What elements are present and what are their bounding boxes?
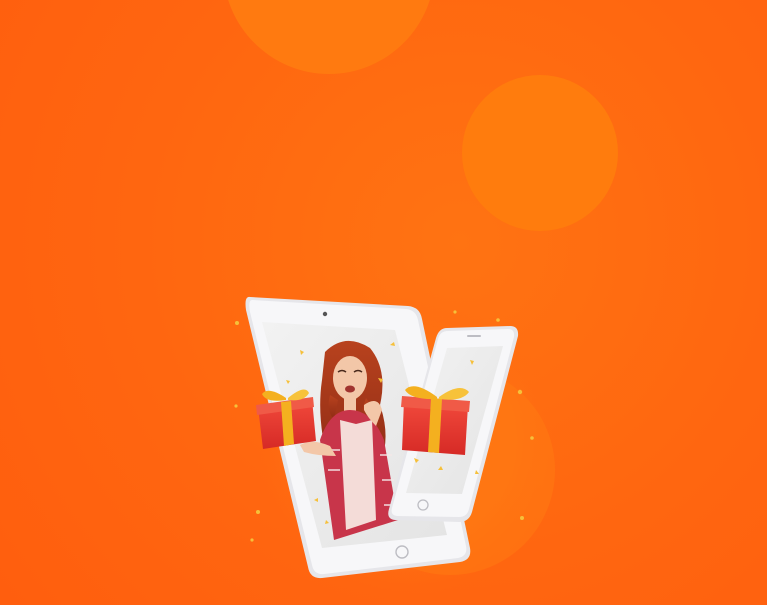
- smartphone-speaker: [467, 335, 481, 337]
- woman-face: [333, 356, 367, 400]
- gift-icon: [256, 389, 316, 449]
- promo-banner: [0, 0, 767, 605]
- white-tshirt: [340, 420, 376, 530]
- hero-illustration: [234, 295, 560, 595]
- tablet-camera: [322, 311, 328, 317]
